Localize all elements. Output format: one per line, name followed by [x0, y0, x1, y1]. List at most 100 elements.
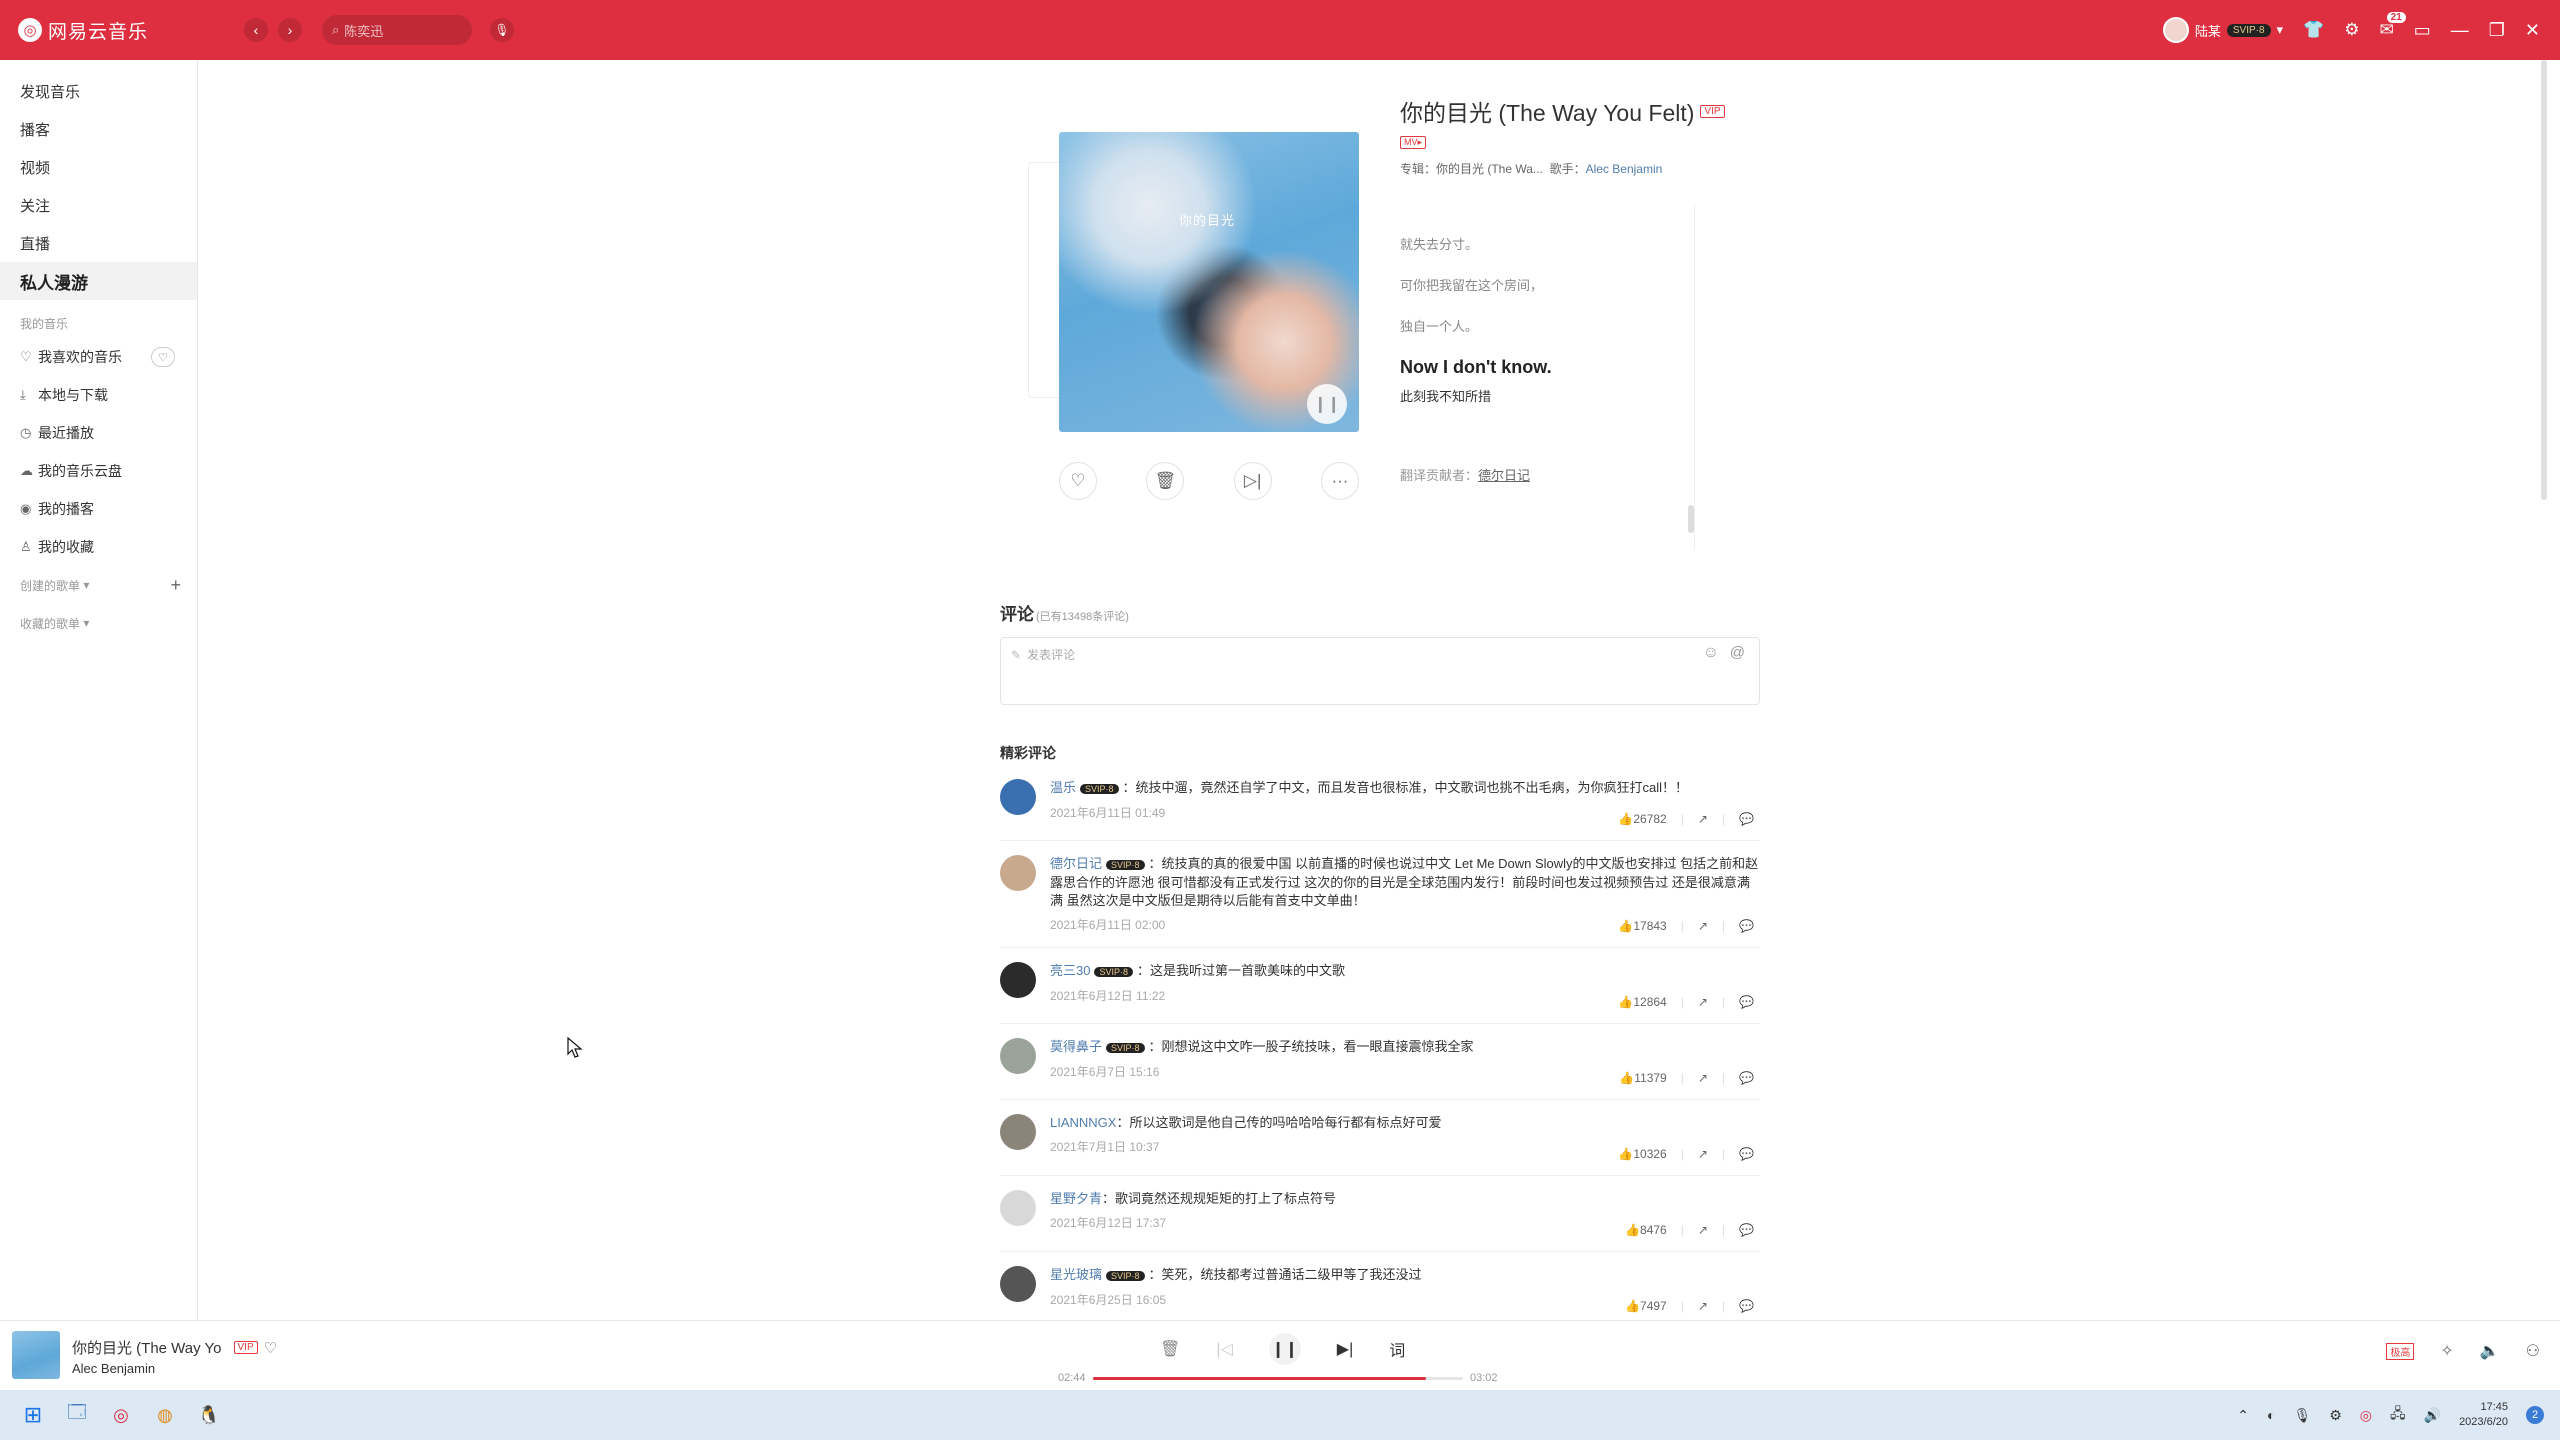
comment-user[interactable]: 德尔日记 — [1050, 856, 1102, 871]
share-icon[interactable]: ↗ — [1698, 812, 1708, 826]
microphone-icon[interactable]: 🎙 — [2293, 1407, 2311, 1424]
network-icon[interactable]: 🖧 — [2390, 1403, 2406, 1427]
share-icon[interactable]: ↗ — [1698, 1223, 1708, 1237]
translator-link[interactable]: 德尔日记 — [1478, 468, 1530, 483]
sidebar-item-cloud[interactable]: ☁ 我的音乐云盘 — [0, 452, 197, 490]
reply-icon[interactable]: 💬 — [1739, 1299, 1754, 1313]
mail-icon[interactable]: ✉ 21 — [2380, 12, 2406, 40]
share-icon[interactable]: ↗ — [1698, 1071, 1708, 1085]
sidebar-item-recent[interactable]: ◷ 最近播放 — [0, 414, 197, 452]
sidebar-item-personal-fm[interactable]: 私人漫游 — [0, 262, 197, 300]
comment-user[interactable]: 莫得鼻子 — [1050, 1039, 1102, 1054]
heartbeat-mode-icon[interactable]: ♡ — [151, 347, 175, 367]
mv-tag[interactable]: MV▸ — [1400, 136, 1427, 149]
like-comment-button[interactable]: 👍17843 — [1618, 919, 1666, 933]
comment-input[interactable]: ✎ 发表评论 ☺ @ — [1000, 637, 1760, 705]
notification-badge[interactable]: 2 — [2526, 1406, 2544, 1424]
pause-button[interactable]: ❙❙ — [1268, 1333, 1301, 1365]
heart-icon[interactable]: ♡ — [264, 1339, 277, 1357]
album-cover[interactable]: 你的目光 ❙❙ — [1059, 132, 1359, 432]
gear-icon[interactable]: ⚙ — [2344, 20, 2359, 40]
mini-mode-icon[interactable]: ▭ — [2414, 20, 2431, 41]
like-comment-button[interactable]: 👍11379 — [1619, 1071, 1666, 1085]
minimize-icon[interactable]: — — [2451, 20, 2469, 41]
comment-user[interactable]: 星光玻璃 — [1050, 1267, 1102, 1282]
main-scrollbar[interactable] — [2539, 60, 2549, 1320]
user-menu[interactable]: 陆某 SVIP·8 ▾ — [2162, 17, 2284, 43]
close-icon[interactable]: ✕ — [2525, 20, 2540, 41]
sidebar-item-my-podcast[interactable]: ◉ 我的播客 — [0, 490, 197, 528]
avatar[interactable] — [1000, 779, 1036, 815]
like-comment-button[interactable]: 👍8476 — [1625, 1223, 1667, 1237]
player-title[interactable]: 你的目光 (The Way Yo — [72, 1337, 222, 1358]
share-icon[interactable]: ↗ — [1698, 1147, 1708, 1161]
reply-icon[interactable]: 💬 — [1739, 1071, 1754, 1085]
forward-arrow-icon[interactable]: › — [278, 18, 302, 42]
chrome-taskbar-icon[interactable]: ◍ — [148, 1398, 182, 1432]
like-button[interactable]: ♡ — [1059, 462, 1097, 500]
collected-playlists-toggle[interactable]: 收藏的歌单 ▾ — [0, 604, 197, 642]
pause-icon[interactable]: ❙❙ — [1307, 384, 1347, 424]
skip-next-icon[interactable]: ▶| — [1337, 1339, 1353, 1359]
sidebar-item-follow[interactable]: 关注 — [0, 186, 197, 224]
windows-start-icon[interactable]: ⊞ — [16, 1398, 50, 1432]
trash-button[interactable]: 🗑 — [1146, 462, 1185, 500]
comment-user[interactable]: 星野夕青 — [1050, 1191, 1102, 1206]
like-comment-button[interactable]: 👍12864 — [1618, 995, 1666, 1009]
effects-icon[interactable]: ✧ — [2440, 1341, 2453, 1361]
share-icon[interactable]: ↗ — [1698, 919, 1708, 933]
volume-icon[interactable]: 🔈 — [2480, 1341, 2500, 1361]
album-link[interactable]: 你的目光 (The Wa... — [1436, 162, 1543, 176]
avatar[interactable] — [1000, 962, 1036, 998]
avatar[interactable] — [1000, 1114, 1036, 1150]
speaker-icon[interactable]: 🔊 — [2424, 1407, 2441, 1424]
qq-taskbar-icon[interactable]: 🐧 — [192, 1398, 226, 1432]
settings-tray-icon[interactable]: ⚙ — [2329, 1407, 2342, 1424]
taskbar-clock[interactable]: 17:45 2023/6/20 — [2459, 1400, 2508, 1430]
comment-user[interactable]: 温乐 — [1050, 780, 1076, 795]
sidebar-item-collection[interactable]: ♙ 我的收藏 — [0, 528, 197, 566]
trash-icon[interactable]: 🗑 — [1160, 1339, 1180, 1359]
player-cover[interactable] — [12, 1331, 60, 1379]
listen-together-icon[interactable]: ⚇ — [2526, 1341, 2540, 1361]
share-icon[interactable]: ↗ — [1698, 1299, 1708, 1313]
comment-user[interactable]: LIANNNGX — [1050, 1115, 1116, 1130]
restore-icon[interactable]: ❐ — [2489, 20, 2505, 41]
quality-tag[interactable]: 极高 — [2386, 1342, 2415, 1360]
reply-icon[interactable]: 💬 — [1739, 1147, 1754, 1161]
at-icon[interactable]: @ — [1730, 644, 1745, 661]
netease-music-taskbar-icon[interactable]: ◎ — [104, 1398, 138, 1432]
scroll-thumb[interactable] — [2541, 60, 2547, 500]
progress-bar[interactable] — [1093, 1377, 1463, 1380]
netease-tray-icon[interactable]: ◎ — [2360, 1407, 2372, 1424]
like-comment-button[interactable]: 👍7497 — [1625, 1299, 1667, 1313]
lyrics-panel[interactable]: 就失去分寸。 可你把我留在这个房间， 独自一个人。 Now I don't kn… — [1400, 205, 1695, 550]
steam-icon[interactable]: ◐ — [2267, 1407, 2275, 1423]
microphone-icon[interactable]: 🎙 — [490, 18, 514, 42]
chevron-down-icon[interactable]: ▾ — [2277, 22, 2284, 38]
emoji-icon[interactable]: ☺ — [1703, 644, 1719, 662]
avatar[interactable] — [1000, 1190, 1036, 1226]
add-playlist-icon[interactable]: + — [170, 575, 181, 596]
sidebar-item-local-download[interactable]: ⤓ 本地与下载 — [0, 376, 197, 414]
comment-user[interactable]: 亮三30 — [1050, 963, 1090, 978]
like-comment-button[interactable]: 👍26782 — [1618, 812, 1666, 826]
search-input[interactable]: ⌕ 陈奕迅 — [322, 15, 472, 45]
like-comment-button[interactable]: 👍10326 — [1618, 1147, 1666, 1161]
artist-link[interactable]: Alec Benjamin — [1586, 162, 1663, 176]
sidebar-item-podcast[interactable]: 播客 — [0, 110, 197, 148]
reply-icon[interactable]: 💬 — [1739, 919, 1754, 933]
avatar[interactable] — [1000, 855, 1036, 891]
share-icon[interactable]: ↗ — [1698, 995, 1708, 1009]
reply-icon[interactable]: 💬 — [1739, 812, 1754, 826]
avatar[interactable] — [1000, 1266, 1036, 1302]
player-artist[interactable]: Alec Benjamin — [72, 1361, 155, 1376]
brand[interactable]: ◎ 网易云音乐 — [18, 17, 218, 44]
created-playlists-toggle[interactable]: 创建的歌单 ▾ + — [0, 566, 197, 604]
more-button[interactable]: ··· — [1320, 462, 1359, 500]
avatar[interactable] — [1000, 1038, 1036, 1074]
sidebar-item-liked-music[interactable]: ♡ 我喜欢的音乐 ♡ — [0, 338, 197, 376]
lyrics-toggle-button[interactable]: 词 — [1389, 1337, 1405, 1361]
back-arrow-icon[interactable]: ‹ — [244, 18, 268, 42]
lyrics-scrollbar[interactable] — [1688, 505, 1694, 533]
